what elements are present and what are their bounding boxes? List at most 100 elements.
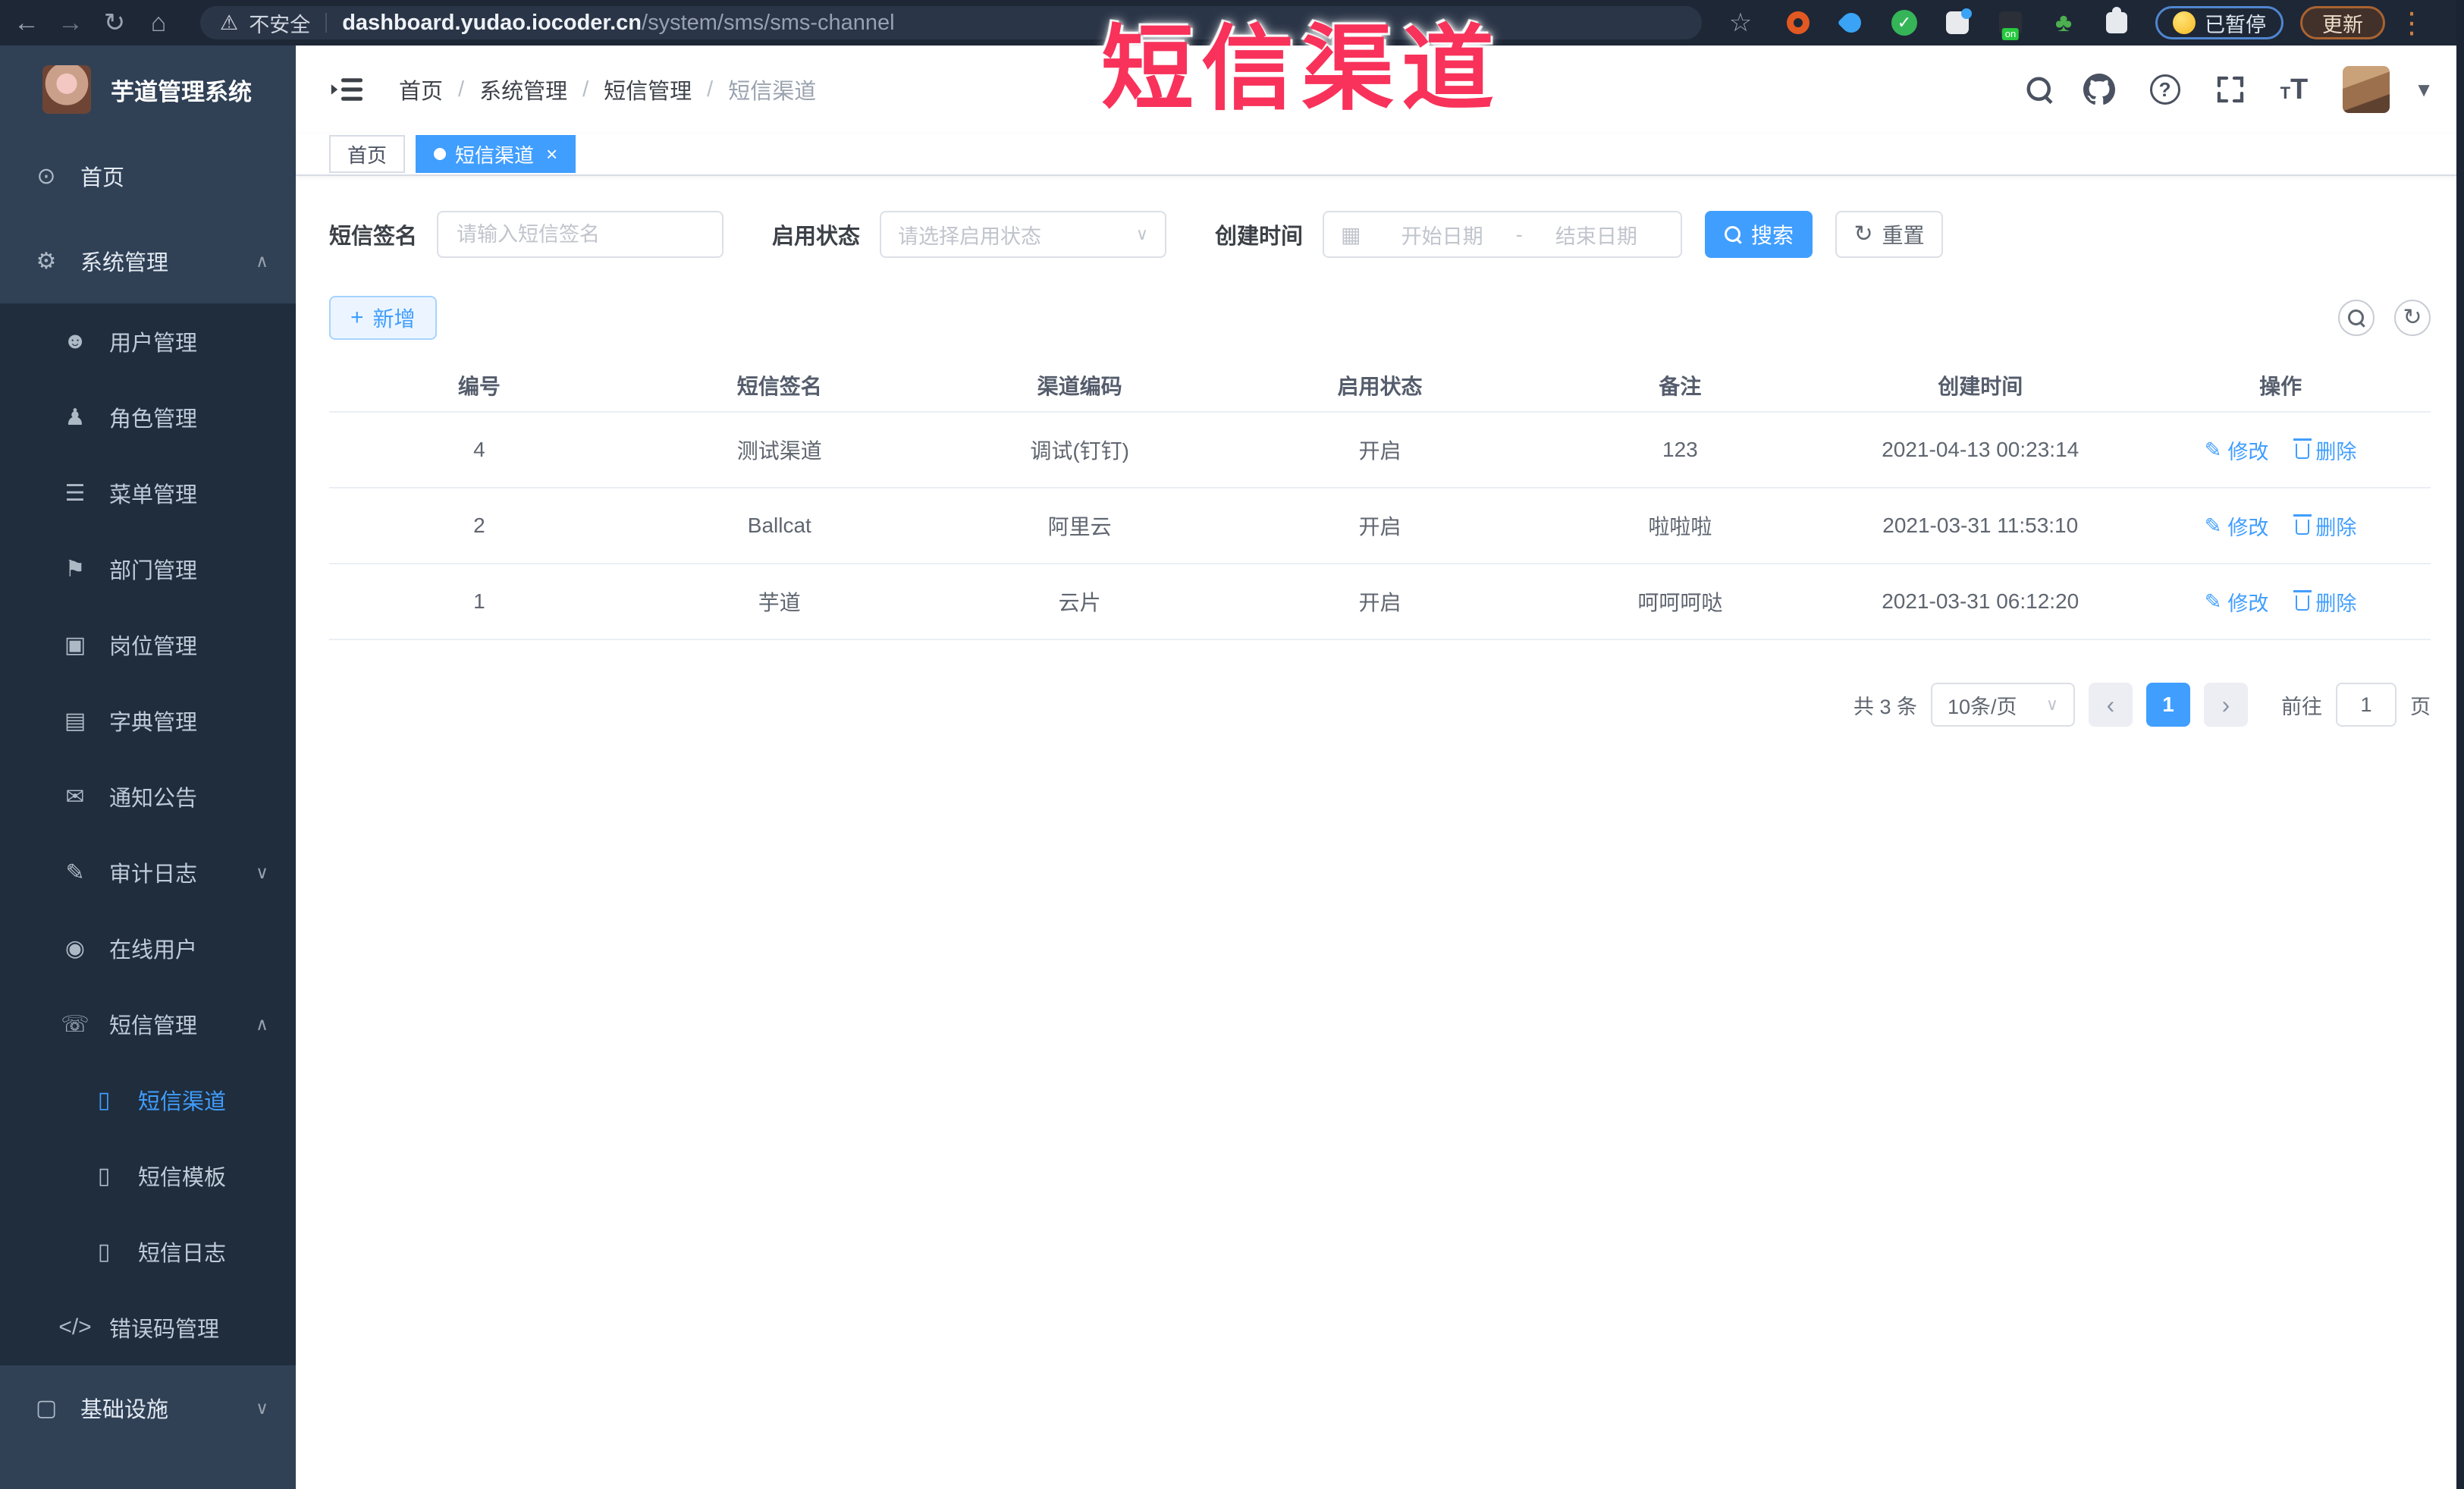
search-icon[interactable] [2026,77,2051,101]
cell-code: 云片 [1058,591,1101,614]
next-page-button[interactable]: › [2204,683,2248,727]
sign-filter-input[interactable] [437,211,724,258]
current-page-button[interactable]: 1 [2146,683,2190,727]
goto-page-input[interactable] [2336,683,2397,727]
back-icon[interactable]: ← [5,8,49,38]
emoji-face-icon [2173,11,2196,34]
font-size-icon[interactable]: TT [2280,75,2309,104]
sidebar-item-sms-log[interactable]: ▯ 短信日志 [0,1214,296,1290]
security-label[interactable]: 不安全 [249,8,310,38]
column-header: 创建时间 [1938,375,2023,398]
chevron-up-icon: ∧ [256,250,268,271]
sidebar-item-sms-mgmt[interactable]: ☏ 短信管理 ∧ [0,986,296,1062]
url-bar[interactable]: ⚠ 不安全 dashboard.yudao.iocoder.cn/system/… [200,6,1702,39]
status-select-placeholder: 请选择启用状态 [898,225,1042,248]
update-button[interactable]: 更新 [2300,6,2385,39]
search-button[interactable]: 搜索 [1705,211,1813,258]
browser-menu-icon[interactable]: ⋮ [2397,6,2426,40]
toolbar-search-icon[interactable] [2338,300,2375,336]
sidebar-collapse-icon[interactable] [331,76,364,103]
sidebar-item-online-user[interactable]: ◉ 在线用户 [0,910,296,986]
sidebar-item-label: 短信渠道 [138,1090,227,1114]
url-host: dashboard.yudao.iocoder.cn [342,10,642,35]
sidebar-item-user-mgmt[interactable]: ☻ 用户管理 [0,303,296,379]
sidebar-item-sms-channel[interactable]: ▯ 短信渠道 [0,1062,296,1138]
post-icon: ▣ [64,632,86,658]
sidebar-item-post-mgmt[interactable]: ▣ 岗位管理 [0,607,296,683]
toolbar-refresh-icon[interactable]: ↻ [2394,300,2431,336]
status-filter-select[interactable]: 请选择启用状态 ∨ [880,211,1167,258]
app-logo-row[interactable]: 芋道管理系统 [0,46,296,134]
menu-list-icon: ☰ [64,480,86,506]
reset-button-label: 重置 [1882,224,1925,247]
chevron-down-icon[interactable]: ▼ [2414,78,2434,102]
extension-on-badge-icon[interactable]: on [1993,5,2028,40]
status-filter-label: 启用状态 [772,225,861,249]
cell-created: 2021-03-31 06:12:20 [1882,589,2079,613]
sidebar-item-infrastructure[interactable]: ▢ 基础设施 ∨ [0,1365,296,1450]
fullscreen-icon[interactable] [2215,74,2246,105]
sidebar-item-dept-mgmt[interactable]: ⚑ 部门管理 [0,531,296,607]
audit-log-icon: ✎ [65,859,85,885]
sidebar-item-label: 基础设施 [80,1398,169,1422]
sidebar-item-home[interactable]: ⊙ 首页 [0,134,296,218]
forward-icon[interactable]: → [49,8,93,38]
sidebar-item-label: 短信日志 [138,1242,227,1266]
sidebar-item-notice[interactable]: ✉ 通知公告 [0,759,296,834]
date-range-picker[interactable]: ▦ 开始日期 - 结束日期 [1323,211,1683,258]
search-icon [1724,225,1742,243]
add-button[interactable]: + 新增 [329,296,437,340]
home-icon[interactable]: ⌂ [137,8,180,38]
edit-link[interactable]: ✎ 修改 [2205,587,2269,617]
cell-code: 调试(钉钉) [1030,439,1129,463]
sidebar-item-menu-mgmt[interactable]: ☰ 菜单管理 [0,455,296,531]
extension-green-check-icon[interactable]: ✓ [1887,5,1922,40]
help-icon[interactable]: ? [2149,74,2180,105]
column-header: 操作 [2259,375,2302,398]
breadcrumb-item[interactable]: 首页 [399,74,443,105]
sidebar-item-label: 角色管理 [109,407,198,432]
extension-puzzle-icon[interactable] [2099,5,2134,40]
prev-page-button[interactable]: ‹ [2089,683,2133,727]
avatar[interactable] [2343,66,2390,113]
sidebar-item-audit-log[interactable]: ✎ 审计日志 ∨ [0,834,296,910]
chevron-down-icon: ∨ [2045,695,2058,714]
edit-link[interactable]: ✎ 修改 [2205,435,2269,465]
bookmark-star-icon[interactable]: ☆ [1719,8,1762,38]
tab-home[interactable]: 首页 [329,135,406,173]
cell-actions: ✎ 修改 删除 [2130,435,2431,465]
delete-link[interactable]: 删除 [2293,511,2356,541]
cell-remark: 呵呵呵哒 [1637,591,1723,614]
close-icon[interactable]: × [546,143,557,166]
delete-link[interactable]: 删除 [2293,587,2357,617]
paused-badge[interactable]: 已暂停 [2155,6,2284,39]
browser-toolbar: ← → ↻ ⌂ ⚠ 不安全 dashboard.yudao.iocoder.cn… [0,0,2464,46]
delete-label: 删除 [2315,592,2357,615]
breadcrumb-item[interactable]: 系统管理 [479,74,567,105]
sidebar-item-dict-mgmt[interactable]: ▤ 字典管理 [0,683,296,759]
warning-icon: ⚠ [220,11,239,34]
app-logo [42,65,91,114]
edit-link[interactable]: ✎ 修改 [2205,511,2269,541]
cell-id: 4 [473,438,485,461]
column-header: 启用状态 [1337,375,1423,398]
reload-icon[interactable]: ↻ [93,8,137,38]
sidebar-item-role-mgmt[interactable]: ♟ 角色管理 [0,379,296,455]
extension-gray-icon[interactable] [1940,5,1975,40]
reset-button[interactable]: ↻ 重置 [1835,211,1944,258]
extension-orange-ring-icon[interactable] [1781,5,1816,40]
cell-code: 阿里云 [1047,515,1112,539]
pencil-icon: ✎ [2204,514,2222,537]
delete-link[interactable]: 删除 [2293,435,2356,465]
breadcrumb-item[interactable]: 短信管理 [604,74,692,105]
page-size-select[interactable]: 10条/页 ∨ [1931,683,2075,727]
sidebar-item-system-mgmt[interactable]: ⚙ 系统管理 ∧ [0,218,296,303]
omnibox-divider [325,13,328,33]
extension-green-leaf-icon[interactable]: ♣ [2046,5,2081,40]
page-unit-label: 页 [2410,695,2431,718]
sidebar-item-error-code-mgmt[interactable]: </> 错误码管理 [0,1290,296,1365]
extension-blue-drop-icon[interactable] [1834,5,1869,40]
github-icon[interactable] [2083,74,2115,105]
tab-sms-channel[interactable]: 短信渠道 × [416,135,576,173]
sidebar-item-sms-template[interactable]: ▯ 短信模板 [0,1138,296,1214]
